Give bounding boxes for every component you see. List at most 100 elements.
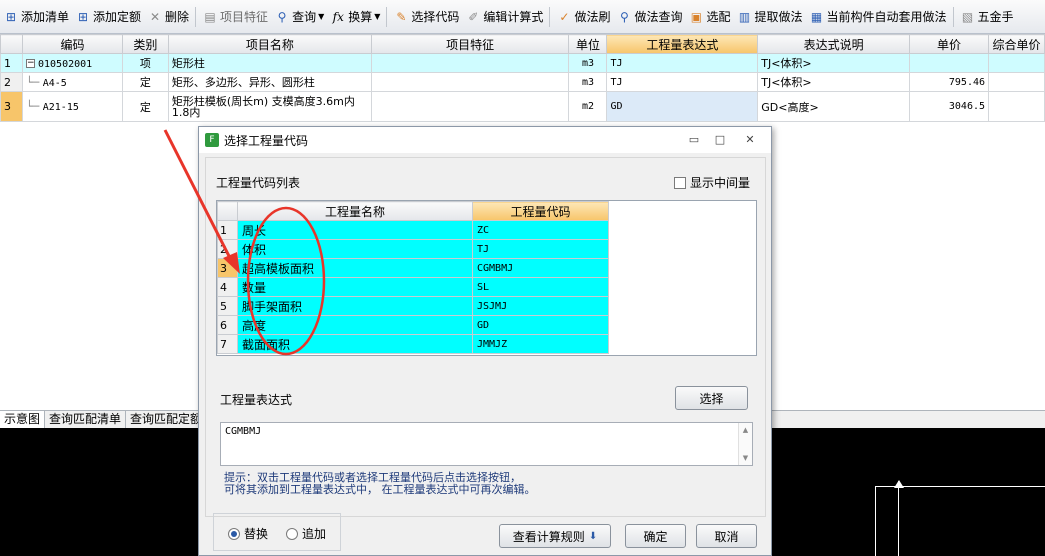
cell-name[interactable]: 矩形柱模板(周长m) 支模高度3.6m内 1.8内 (167, 91, 372, 122)
column-header-quantity-name[interactable]: 工程量名称 (237, 201, 473, 221)
table-row[interactable]: 6 高度 GD (217, 315, 609, 335)
minimize-button[interactable]: ▭ (681, 130, 707, 148)
ok-button[interactable]: 确定 (625, 524, 686, 548)
cell-quantity-code[interactable]: GD (472, 315, 609, 335)
table-row[interactable]: 7 截面面积 JMMJZ (217, 334, 609, 354)
cell-quantity-name[interactable]: 截面面积 (237, 334, 473, 354)
cell-name[interactable]: 矩形柱 (167, 53, 372, 73)
cell-unit[interactable]: m3 (568, 72, 608, 92)
cell-quantity-code[interactable]: JSJMJ (472, 296, 609, 316)
table-row[interactable]: 3 └─ A21-15 定 矩形柱模板(周长m) 支模高度3.6m内 1.8内 … (0, 91, 1045, 122)
method-search-button[interactable]: ⚲ 做法查询 (613, 4, 685, 30)
expression-textarea[interactable]: CGMBMJ ▲ ▼ (220, 422, 753, 466)
table-row[interactable]: 2 └─ A4-5 定 矩形、多边形、异形、圆形柱 m3 TJ TJ<体积> 7… (0, 72, 1045, 92)
cell-description[interactable]: TJ<体积> (757, 72, 911, 92)
select-code-button[interactable]: ✎ 选择代码 (390, 4, 462, 30)
scroll-up-icon[interactable]: ▲ (743, 426, 748, 434)
cell-description[interactable]: GD<高度> (757, 91, 911, 122)
table-row[interactable]: 4 数量 SL (217, 277, 609, 297)
cell-quantity-name[interactable]: 超高模板面积 (237, 258, 473, 278)
replace-radio[interactable]: 替换 (228, 525, 268, 542)
table-row[interactable]: 5 脚手架面积 JSJMJ (217, 296, 609, 316)
cell-quantity-code[interactable]: JMMJZ (472, 334, 609, 354)
cell-expression[interactable]: TJ (606, 53, 759, 73)
cell-expression[interactable]: TJ (606, 72, 759, 92)
table-row[interactable]: 1 周长 ZC (217, 220, 609, 240)
checkbox-box[interactable] (674, 176, 686, 189)
column-header-quantity-code[interactable]: 工程量代码 (472, 201, 609, 221)
hardware-button[interactable]: ▧ 五金手 (957, 4, 1017, 30)
cell-unit[interactable]: m3 (568, 53, 608, 73)
features-button[interactable]: ▤ 项目特征 (199, 4, 271, 30)
tab-match-quota[interactable]: 查询匹配定额 (126, 411, 208, 429)
column-header-total-price[interactable]: 综合单价 (988, 34, 1045, 54)
toolbar-separator (386, 6, 388, 27)
method-brush-button[interactable]: ✓ 做法刷 (553, 4, 613, 30)
scroll-down-icon[interactable]: ▼ (743, 454, 748, 462)
tab-match-list[interactable]: 查询匹配清单 (45, 411, 127, 429)
cell-type[interactable]: 定 (121, 91, 169, 122)
column-header-description[interactable]: 表达式说明 (757, 34, 911, 54)
close-button[interactable]: ✕ (733, 130, 767, 148)
tab-diagram[interactable]: 示意图 (0, 411, 46, 429)
cell-total-price[interactable] (988, 53, 1045, 73)
table-row[interactable]: 3 超高模板面积 CGMBMJ (217, 258, 609, 278)
maximize-icon: □ (714, 132, 726, 146)
cell-quantity-name[interactable]: 高度 (237, 315, 473, 335)
cell-price[interactable] (909, 53, 990, 73)
cell-unit[interactable]: m2 (568, 91, 608, 122)
table-row[interactable]: 2 体积 TJ (217, 239, 609, 259)
column-header-type[interactable]: 类别 (121, 34, 169, 54)
cell-price[interactable]: 795.46 (909, 72, 990, 92)
cell-quantity-code[interactable]: TJ (472, 239, 609, 259)
view-calc-rules-button[interactable]: 查看计算规则 ⬇ (499, 524, 611, 548)
cell-code[interactable]: −010502001 (21, 53, 123, 73)
cell-name[interactable]: 矩形、多边形、异形、圆形柱 (167, 72, 372, 92)
extract-method-button[interactable]: ▥ 提取做法 (733, 4, 805, 30)
collapse-icon[interactable]: − (25, 59, 35, 68)
column-header-expression[interactable]: 工程量表达式 (606, 34, 759, 54)
cell-feature[interactable] (370, 72, 570, 92)
append-radio[interactable]: 追加 (286, 525, 326, 542)
column-header-price[interactable]: 单价 (909, 34, 990, 54)
cell-type[interactable]: 定 (121, 72, 169, 92)
cell-feature[interactable] (370, 91, 570, 122)
cell-expression[interactable]: GD (606, 91, 759, 122)
dialog-title-bar[interactable]: F 选择工程量代码 ▭ □ ✕ (199, 127, 771, 153)
select-button[interactable]: 选择 (675, 386, 748, 410)
auto-apply-button[interactable]: ▦ 当前构件自动套用做法 (806, 4, 950, 30)
show-intermediate-checkbox[interactable]: 显示中间量 (674, 174, 750, 191)
match-button[interactable]: ▣ 选配 (685, 4, 733, 30)
cancel-button[interactable]: 取消 (696, 524, 757, 548)
cell-quantity-name[interactable]: 脚手架面积 (237, 296, 473, 316)
add-list-button[interactable]: ⊞ 添加清单 (0, 4, 72, 30)
search-button[interactable]: ⚲ 查询 ▼ (271, 4, 327, 30)
expression-scrollbar[interactable]: ▲ ▼ (738, 423, 752, 465)
cell-total-price[interactable] (988, 91, 1045, 122)
column-header-name[interactable]: 项目名称 (167, 34, 372, 54)
radio-dot[interactable] (286, 527, 298, 540)
add-quota-button[interactable]: ⊞ 添加定额 (72, 4, 144, 30)
cell-code[interactable]: └─ A4-5 (21, 72, 123, 92)
cell-description[interactable]: TJ<体积> (757, 53, 911, 73)
maximize-button[interactable]: □ (707, 130, 733, 148)
column-header-unit[interactable]: 单位 (568, 34, 608, 54)
edit-formula-button[interactable]: ✐ 编辑计算式 (462, 4, 546, 30)
cell-quantity-name[interactable]: 体积 (237, 239, 473, 259)
delete-button[interactable]: ✕ 删除 (144, 4, 192, 30)
cell-quantity-name[interactable]: 数量 (237, 277, 473, 297)
column-header-code[interactable]: 编码 (21, 34, 123, 54)
radio-dot[interactable] (228, 527, 240, 540)
cell-code[interactable]: └─ A21-15 (21, 91, 123, 122)
convert-button[interactable]: fx 换算 ▼ (327, 4, 383, 30)
column-header-feature[interactable]: 项目特征 (370, 34, 570, 54)
cell-quantity-name[interactable]: 周长 (237, 220, 473, 240)
cell-quantity-code[interactable]: SL (472, 277, 609, 297)
cell-feature[interactable] (370, 53, 570, 73)
cell-total-price[interactable] (988, 72, 1045, 92)
cell-type[interactable]: 项 (121, 53, 169, 73)
table-row[interactable]: 1 −010502001 项 矩形柱 m3 TJ TJ<体积> (0, 53, 1045, 73)
cell-quantity-code[interactable]: ZC (472, 220, 609, 240)
cell-quantity-code[interactable]: CGMBMJ (472, 258, 609, 278)
cell-price[interactable]: 3046.5 (909, 91, 990, 122)
